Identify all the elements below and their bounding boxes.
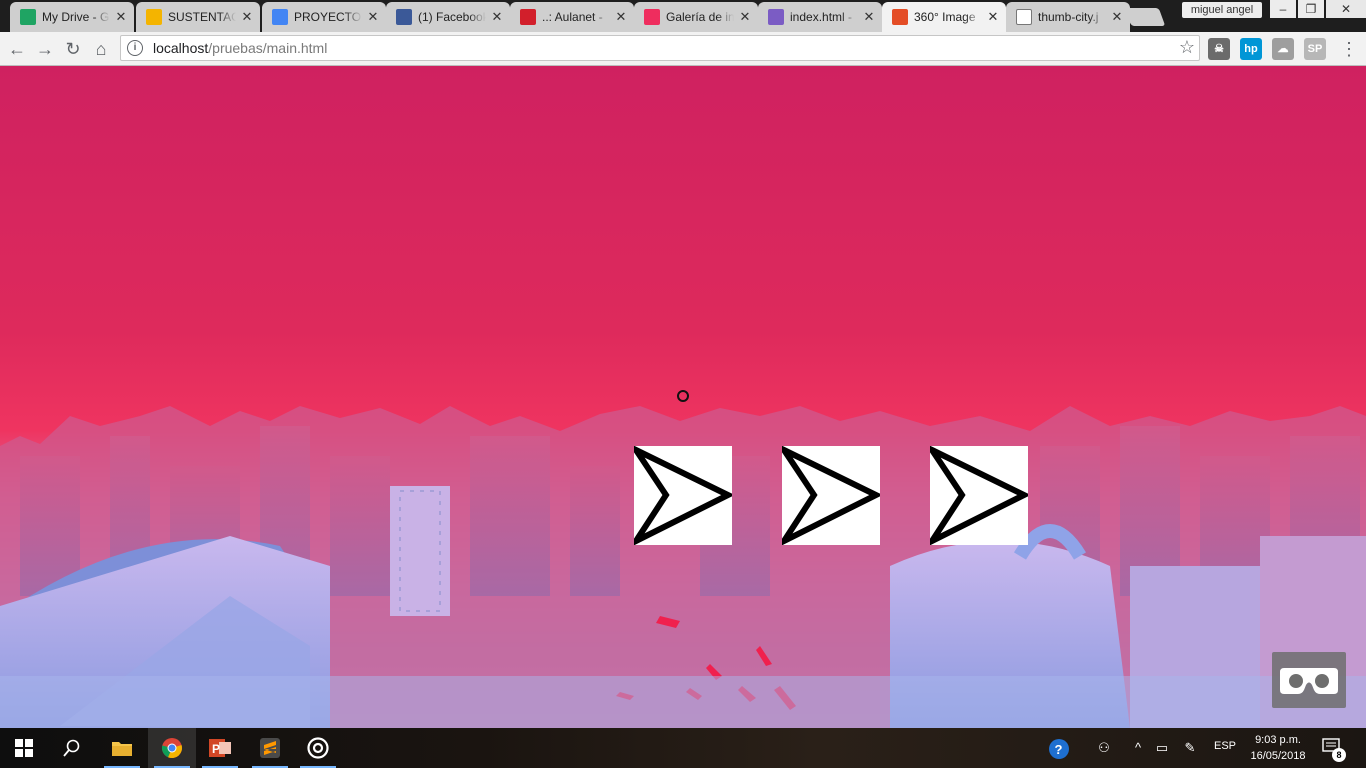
arrow-right-icon <box>782 446 880 545</box>
info-icon[interactable]: i <box>127 40 143 56</box>
back-button[interactable]: ← <box>4 36 30 62</box>
chrome-icon <box>161 738 182 759</box>
pen-workspace-icon[interactable]: ✎ <box>1180 738 1200 758</box>
tab-title: Galería de in <box>666 10 734 24</box>
chrome-app[interactable] <box>148 728 196 768</box>
browser-toolbar: ← → ↻ ⌂ i localhost/pruebas/main.html ☆ … <box>0 32 1366 66</box>
browser-tab[interactable]: 360° Image ✕ <box>882 2 1006 32</box>
html5-icon <box>892 9 908 25</box>
google-docs-icon <box>272 9 288 25</box>
google-slides-icon <box>146 9 162 25</box>
browser-tab[interactable]: (1) Facebook ✕ <box>386 2 510 32</box>
url-path: /pruebas/main.html <box>208 40 328 56</box>
360-scene-canvas[interactable] <box>0 66 1366 728</box>
tab-title: PROYECTO A <box>294 10 362 24</box>
powerpoint-app[interactable]: P <box>196 728 244 768</box>
forward-button[interactable]: → <box>32 36 58 62</box>
show-hidden-icons-chevron[interactable]: ^ <box>1128 738 1148 758</box>
tab-title: thumb-city.j <box>1038 10 1099 24</box>
stack-icon <box>768 9 784 25</box>
vr-goggles-icon <box>1280 668 1338 694</box>
file-explorer-app[interactable] <box>98 728 146 768</box>
tab-close-icon[interactable]: ✕ <box>1110 10 1124 24</box>
notification-count-badge: 8 <box>1332 748 1346 762</box>
next-arrow-button-2[interactable] <box>782 446 880 545</box>
close-window-button[interactable]: ✕ <box>1326 0 1366 18</box>
tab-strip: My Drive - G✕SUSTENTACI✕PROYECTO A✕(1) F… <box>0 0 1366 32</box>
browser-tab[interactable]: thumb-city.j ✕ <box>1006 2 1130 32</box>
clock-time: 9:03 p.m. <box>1255 734 1301 746</box>
url-host: localhost <box>153 40 209 56</box>
home-button[interactable]: ⌂ <box>88 36 114 62</box>
tab-close-icon[interactable]: ✕ <box>366 10 380 24</box>
maximize-button[interactable]: ❐ <box>1298 0 1324 18</box>
powerpoint-icon: P <box>209 739 231 757</box>
taskbar-clock[interactable]: 9:03 p.m. 16/05/2018 <box>1244 732 1312 764</box>
aframe-icon <box>644 9 660 25</box>
cloud-extension-icon[interactable]: ☁ <box>1272 38 1294 60</box>
hp-extension-icon[interactable]: hp <box>1240 38 1262 60</box>
tab-title: SUSTENTACI <box>168 10 236 24</box>
next-arrow-button-3[interactable] <box>930 446 1028 545</box>
aulanet-icon <box>520 9 536 25</box>
tab-title: ..: Aulanet - <box>542 10 603 24</box>
windows-taskbar: P ? ⚇ ^ ▭ ✎ ESP 9:03 p.m. 16/05/2018 8 <box>0 728 1366 768</box>
clock-date: 16/05/2018 <box>1250 750 1306 762</box>
tab-close-icon[interactable]: ✕ <box>614 10 628 24</box>
one-piece-extension-icon[interactable]: ☠ <box>1208 38 1230 60</box>
tab-close-icon[interactable]: ✕ <box>986 10 1000 24</box>
browser-tab[interactable]: Galería de in ✕ <box>634 2 758 32</box>
gaze-cursor <box>677 390 689 402</box>
tab-close-icon[interactable]: ✕ <box>490 10 504 24</box>
minimize-button[interactable]: – <box>1270 0 1296 18</box>
sublime-text-icon <box>260 738 280 758</box>
svg-text:P: P <box>212 742 220 756</box>
folder-icon <box>112 742 132 756</box>
new-tab-button[interactable] <box>1124 8 1166 26</box>
browser-tab[interactable]: SUSTENTACI ✕ <box>136 2 260 32</box>
enter-vr-button[interactable] <box>1272 652 1346 708</box>
sublime-text-app[interactable] <box>246 728 294 768</box>
tab-title: My Drive - G <box>42 10 110 24</box>
language-indicator[interactable]: ESP <box>1214 740 1236 752</box>
tab-title: (1) Facebook <box>418 10 486 24</box>
sp-extension-icon[interactable]: SP <box>1304 38 1326 60</box>
profile-button[interactable]: miguel angel <box>1182 2 1262 18</box>
start-button[interactable] <box>0 728 48 768</box>
obs-icon <box>307 737 329 759</box>
help-tray-icon[interactable]: ? <box>1048 738 1069 759</box>
people-tray-icon[interactable]: ⚇ <box>1094 738 1114 758</box>
next-arrow-button-1[interactable] <box>634 446 732 545</box>
tab-close-icon[interactable]: ✕ <box>114 10 128 24</box>
window-controls: – ❐ ✕ <box>1268 0 1366 18</box>
tab-close-icon[interactable]: ✕ <box>862 10 876 24</box>
facebook-icon <box>396 9 412 25</box>
search-button[interactable] <box>48 728 96 768</box>
chrome-menu-icon[interactable]: ⋮ <box>1340 38 1358 60</box>
network-icon[interactable]: ▭ <box>1152 738 1172 758</box>
search-icon <box>63 739 80 757</box>
google-drive-icon <box>20 9 36 25</box>
browser-tab[interactable]: My Drive - G ✕ <box>10 2 134 32</box>
file-icon <box>1016 9 1032 25</box>
svg-text:?: ? <box>1055 742 1063 757</box>
browser-tab[interactable]: ..: Aulanet - ✕ <box>510 2 634 32</box>
arrow-right-icon <box>634 446 732 545</box>
address-bar[interactable]: i localhost/pruebas/main.html ☆ <box>120 35 1200 61</box>
tab-close-icon[interactable]: ✕ <box>738 10 752 24</box>
browser-tab[interactable]: PROYECTO A ✕ <box>262 2 386 32</box>
action-center-button[interactable]: 8 <box>1322 738 1346 762</box>
tab-title: index.html - <box>790 10 853 24</box>
reload-button[interactable]: ↻ <box>60 36 86 62</box>
tab-title: 360° Image <box>914 10 976 24</box>
tab-close-icon[interactable]: ✕ <box>240 10 254 24</box>
browser-tab[interactable]: index.html - ✕ <box>758 2 882 32</box>
windows-logo-icon <box>15 739 33 757</box>
obs-app[interactable] <box>294 728 342 768</box>
bookmark-star-icon[interactable]: ☆ <box>1179 37 1195 58</box>
arrow-right-icon <box>930 446 1028 545</box>
